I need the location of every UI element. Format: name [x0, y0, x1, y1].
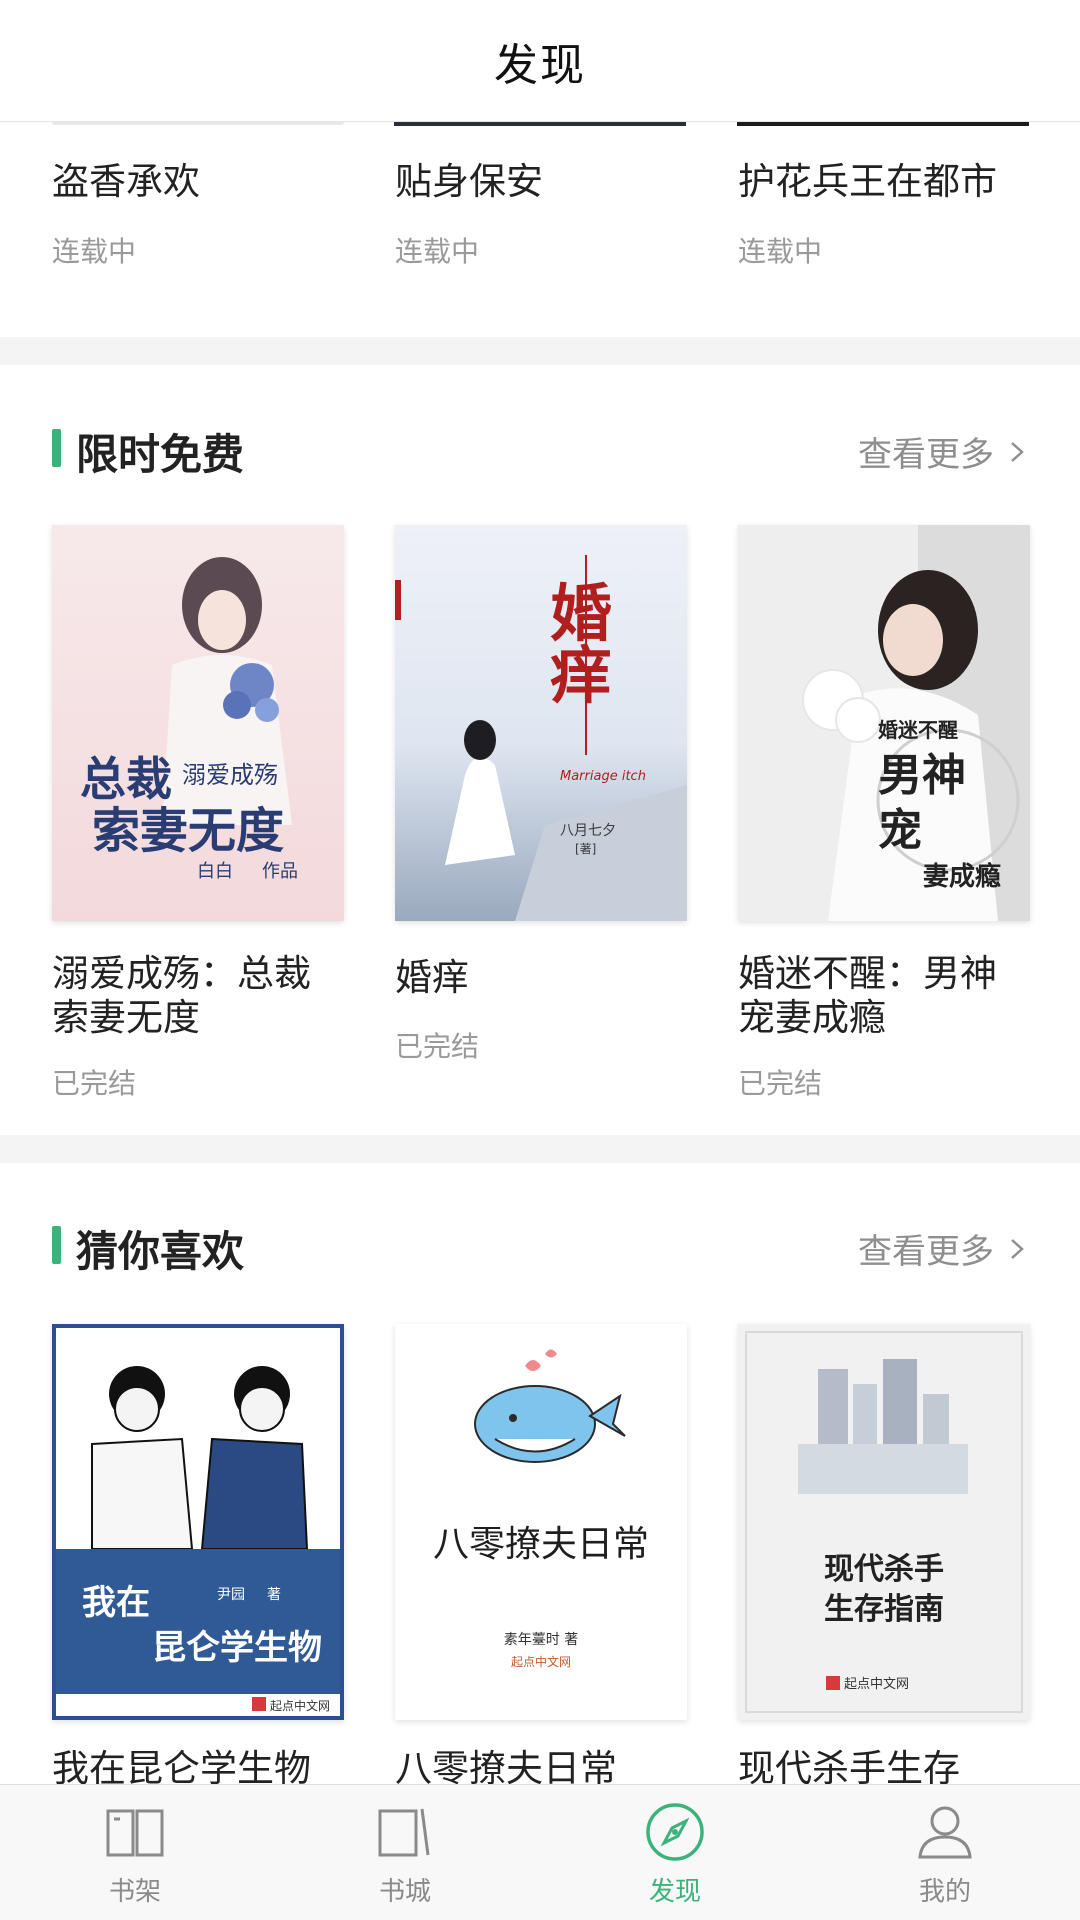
top-book-row: 盗香承欢 连载中 贴身保安 连载中 护花兵王在都市 连载中 — [0, 122, 1080, 337]
book-title[interactable]: 婚痒 — [395, 956, 469, 1000]
view-more-link[interactable]: 查看更多 — [858, 1224, 1028, 1273]
section-accent-bar — [52, 429, 61, 467]
cover-publisher-text: 起点中文网 — [270, 1698, 330, 1713]
page-title: 发现 — [494, 39, 586, 91]
book-cover[interactable]: 总裁 溺爱成殇 索妻无度 白白 作品 — [52, 525, 344, 921]
bottom-tab-bar: 书架 书城 发现 我的 — [0, 1784, 1080, 1920]
compass-icon — [646, 1803, 704, 1861]
cover-title-text: 总裁 — [80, 752, 172, 806]
tab-label: 书架 — [108, 1877, 161, 1907]
book-status: 已完结 — [52, 1067, 137, 1100]
section-header-guess: 猜你喜欢 查看更多 — [0, 1214, 1080, 1276]
cover-publisher-text: 起点中文网 — [844, 1677, 909, 1692]
book-title-line: 溺爱成殇：总裁 — [52, 952, 311, 995]
book-title-line: 索妻无度 — [52, 996, 200, 1039]
section-title: 猜你喜欢 — [76, 1227, 245, 1276]
cover-author-text: 著 — [267, 1587, 281, 1603]
book-title[interactable]: 婚迷不醒：男神 宠妻成瘾 — [738, 952, 997, 1040]
cover-title-text: 宠 — [878, 805, 922, 856]
book-status: 已完结 — [738, 1067, 823, 1100]
content-scroll[interactable]: 盗香承欢 连载中 贴身保安 连载中 护花兵王在都市 连载中 限时免费 查看更多 — [0, 122, 1080, 1920]
cover-author-text: 素年薹时 著 — [504, 1632, 578, 1648]
open-book-icon — [106, 1809, 164, 1857]
view-more-label: 查看更多 — [858, 435, 994, 475]
cover-author-text: 白白 — [197, 861, 233, 882]
chevron-right-icon — [1011, 1238, 1024, 1259]
book-title[interactable]: 护花兵王在都市 — [738, 160, 997, 204]
book-cover[interactable]: 八零撩夫日常 素年薹时 著 起点中文网 — [395, 1324, 687, 1720]
tab-label: 发现 — [648, 1877, 701, 1907]
book-cover[interactable]: 我在 昆仑学生物 尹园 著 起点中文网 — [52, 1324, 344, 1720]
cover-author-text: 作品 — [262, 861, 298, 882]
section-accent-bar — [52, 1226, 61, 1264]
user-icon — [918, 1806, 972, 1859]
tab-profile[interactable]: 我的 — [810, 1785, 1080, 1920]
view-more-label: 查看更多 — [858, 1232, 994, 1272]
cover-subtitle-text: 溺爱成殇 — [182, 761, 278, 789]
book-title[interactable]: 盗香承欢 — [52, 160, 200, 204]
tab-bookstore[interactable]: 书城 — [270, 1785, 540, 1920]
cover-subtitle-text: Marriage itch — [560, 769, 646, 784]
book-cover-edge[interactable] — [52, 122, 344, 125]
bookstore-icon — [378, 1808, 430, 1857]
tab-label: 我的 — [918, 1877, 971, 1907]
cover-subtitle-text: 不醒 — [918, 718, 958, 742]
top-bar: 发现 — [0, 0, 1080, 122]
cover-author-text: 尹园 — [217, 1587, 245, 1603]
cover-title-text: 生存指南 — [824, 1592, 944, 1627]
book-cover[interactable]: 婚 痒 Marriage itch 八月七夕 [著] — [395, 525, 687, 921]
book-title[interactable]: 溺爱成殇：总裁 索妻无度 — [52, 952, 311, 1040]
discover-page: 发现 盗香承欢 连载中 贴身保安 连载中 护花兵王在都市 连载中 限时免费 查看… — [0, 0, 1080, 1920]
section-title: 限时免费 — [76, 430, 245, 479]
section-header-free: 限时免费 查看更多 — [0, 417, 1080, 479]
book-status: 连载中 — [52, 235, 137, 268]
cover-title-text: 男神 — [878, 750, 966, 801]
cover-title-text: 妻成瘾 — [923, 861, 1001, 892]
cover-title-text: 我在 — [82, 1583, 150, 1623]
book-cover-edge[interactable] — [737, 122, 1029, 126]
cover-title-text: 痒 — [550, 639, 612, 712]
book-title-line: 宠妻成瘾 — [738, 996, 886, 1039]
tab-label: 书城 — [378, 1877, 431, 1907]
book-status: 连载中 — [395, 235, 480, 268]
book-title[interactable]: 贴身保安 — [395, 160, 543, 204]
book-status: 连载中 — [738, 235, 823, 268]
cover-title-text: 八零撩夫日常 — [433, 1524, 649, 1565]
cover-author-text: 八月七夕 — [560, 823, 616, 839]
cover-title-text: 现代杀手 — [824, 1552, 944, 1587]
book-title-line: 婚痒 — [395, 956, 469, 999]
cover-subtitle-text: 婚迷 — [878, 718, 919, 742]
chevron-right-icon — [1011, 441, 1024, 462]
book-cover[interactable]: 现代杀手 生存指南 起点中文网 — [738, 1324, 1030, 1720]
view-more-link[interactable]: 查看更多 — [858, 427, 1028, 476]
cover-title-text: 索妻无度 — [92, 803, 284, 859]
cover-title-text: 昆仑学生物 — [152, 1628, 322, 1668]
book-title-line: 婚迷不醒：男神 — [738, 952, 997, 995]
tab-bookshelf[interactable]: 书架 — [0, 1785, 270, 1920]
book-cover-edge[interactable] — [394, 122, 686, 126]
tab-discover[interactable]: 发现 — [540, 1785, 810, 1920]
section-divider — [0, 337, 1080, 365]
book-cover[interactable]: 婚迷 不醒 男神 宠 妻成瘾 — [738, 525, 1030, 921]
section-divider — [0, 1135, 1080, 1163]
book-status: 已完结 — [395, 1030, 480, 1063]
cover-publisher-text: 起点中文网 — [511, 1654, 571, 1669]
cover-author-text: [著] — [575, 842, 596, 856]
